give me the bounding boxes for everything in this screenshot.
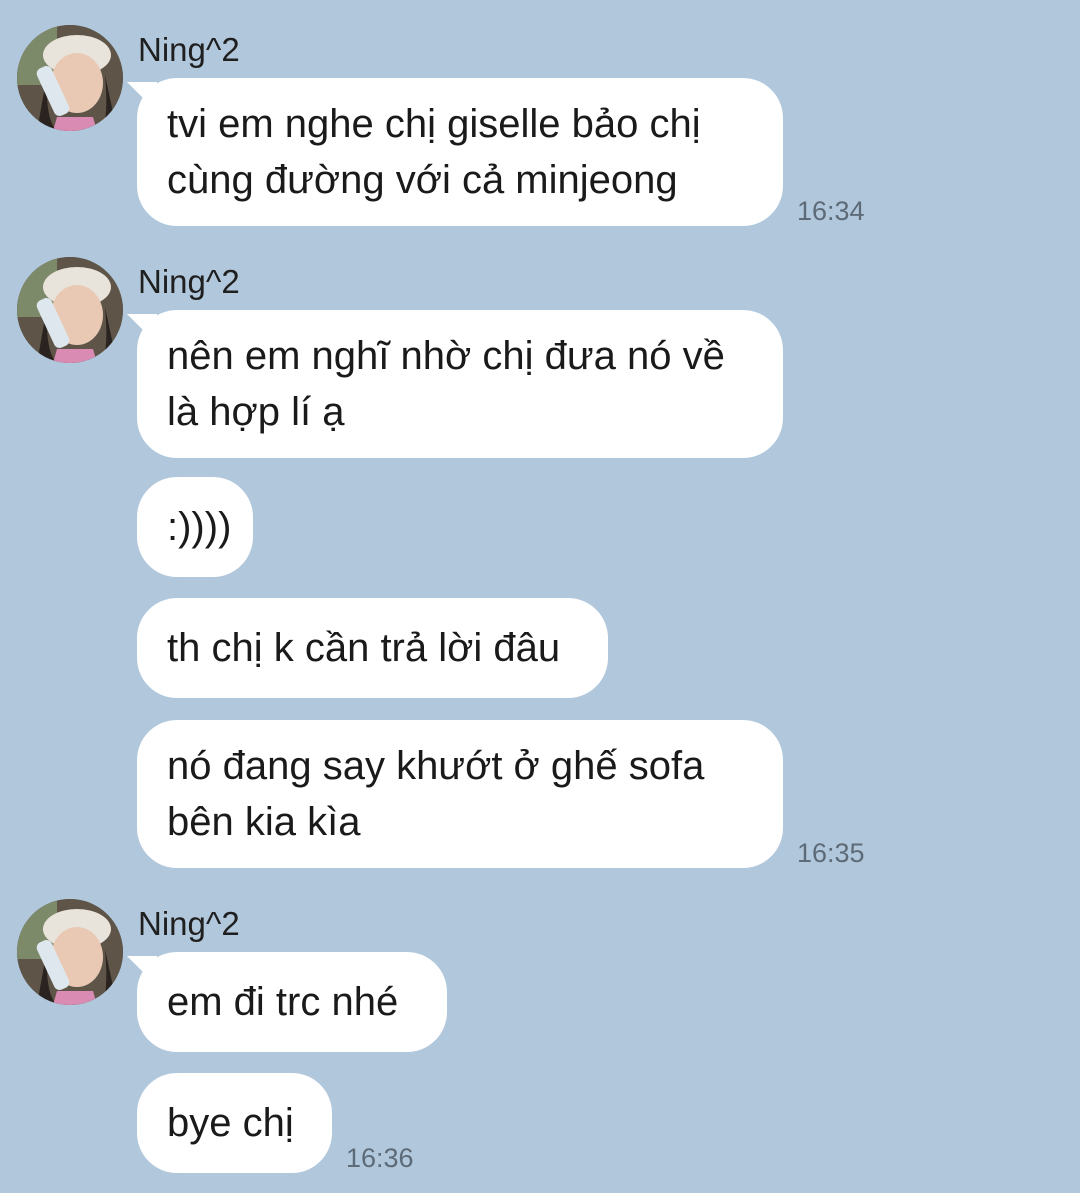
- message-bubble[interactable]: em đi trc nhé: [137, 952, 447, 1052]
- sender-avatar[interactable]: [17, 257, 123, 363]
- message-bubble[interactable]: bye chị: [137, 1073, 332, 1173]
- message-text: nó đang say khướt ở ghế sofa bên kia kìa: [167, 744, 705, 844]
- profile-photo-icon: [17, 257, 123, 363]
- message-text: nên em nghĩ nhờ chị đưa nó về là hợp lí …: [167, 334, 725, 434]
- message-timestamp: 16:36: [346, 1143, 414, 1173]
- profile-photo-icon: [17, 25, 123, 131]
- sender-name: Ning^2: [138, 263, 240, 300]
- sender-avatar[interactable]: [17, 25, 123, 131]
- message-bubble[interactable]: th chị k cần trả lời đâu: [137, 598, 608, 698]
- message-bubble[interactable]: nên em nghĩ nhờ chị đưa nó về là hợp lí …: [137, 310, 783, 458]
- message-timestamp: 16:34: [797, 196, 865, 226]
- message-bubble[interactable]: tvi em nghe chị giselle bảo chị cùng đườ…: [137, 78, 783, 226]
- sender-avatar[interactable]: [17, 899, 123, 1005]
- message-text: bye chị: [167, 1101, 294, 1145]
- profile-photo-icon: [17, 899, 123, 1005]
- message-text: em đi trc nhé: [167, 980, 399, 1024]
- message-text: :)))): [167, 505, 232, 549]
- message-text: th chị k cần trả lời đâu: [167, 626, 561, 670]
- sender-name: Ning^2: [138, 31, 240, 68]
- message-bubble[interactable]: nó đang say khướt ở ghế sofa bên kia kìa: [137, 720, 783, 868]
- message-text: tvi em nghe chị giselle bảo chị cùng đườ…: [167, 102, 701, 202]
- message-timestamp: 16:35: [797, 838, 865, 868]
- sender-name: Ning^2: [138, 905, 240, 942]
- message-bubble[interactable]: :)))): [137, 477, 253, 577]
